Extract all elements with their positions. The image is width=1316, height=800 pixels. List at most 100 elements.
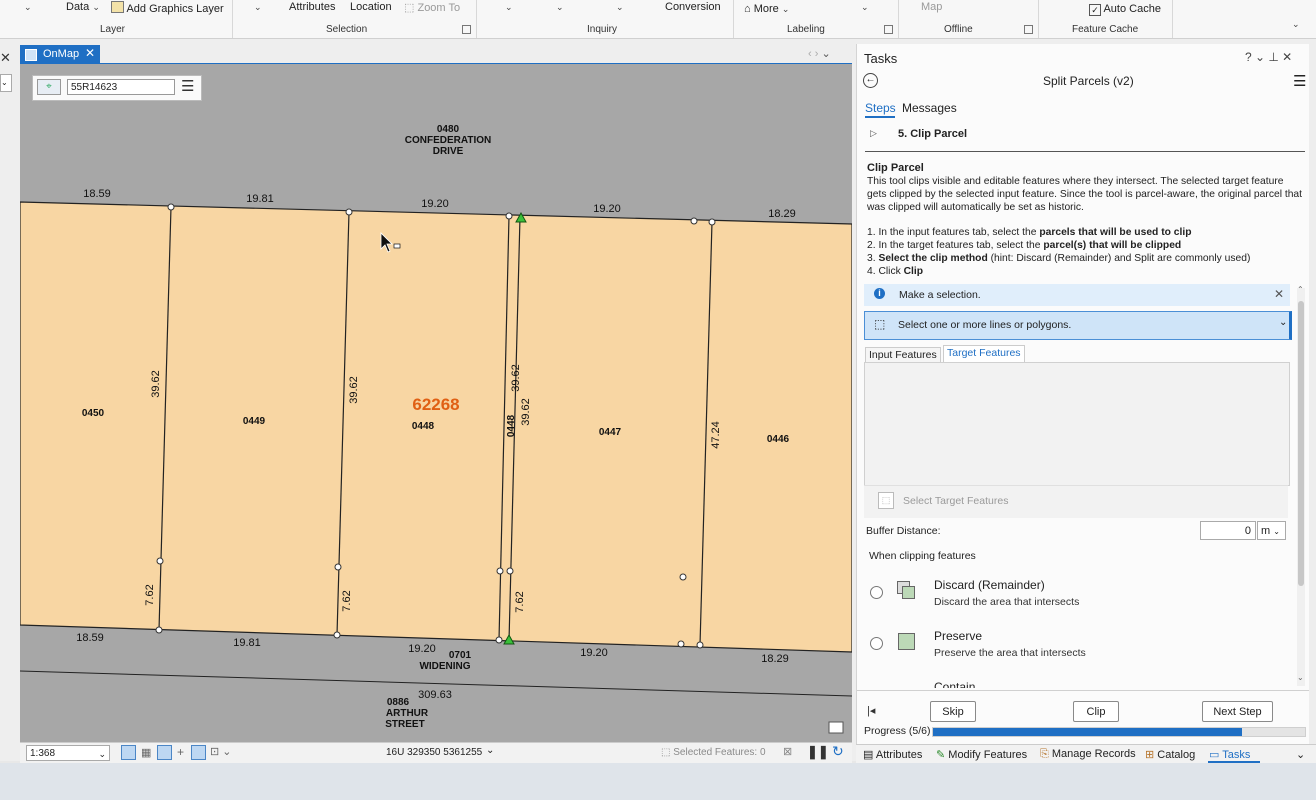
tab-attributes[interactable]: ▤ Attributes xyxy=(863,748,922,761)
hamburger-menu-icon[interactable]: ☰ xyxy=(1293,72,1306,90)
select-target-features-button[interactable]: Select Target Features xyxy=(903,495,1008,507)
option-discard-title[interactable]: Discard (Remainder) xyxy=(934,578,1045,592)
pause-icon[interactable]: ❚❚ xyxy=(807,744,829,760)
close-icon[interactable]: ✕ xyxy=(0,50,11,66)
dimension-label: 39.62 xyxy=(150,370,162,398)
scroll-up-icon[interactable]: ⌃ xyxy=(1297,285,1304,294)
chevron-down-icon[interactable]: ⌄ xyxy=(486,745,494,756)
close-tab-icon[interactable]: ✕ xyxy=(85,46,95,60)
lot-label: 0446 xyxy=(767,434,790,445)
option-preserve-title[interactable]: Preserve xyxy=(934,629,982,643)
road-label: DRIVE xyxy=(433,146,464,157)
info-message: Make a selection. xyxy=(899,289,981,301)
dialog-launcher-icon[interactable] xyxy=(884,25,893,34)
scroll-down-icon[interactable]: ⌄ xyxy=(1297,673,1304,682)
target-features-list[interactable] xyxy=(864,362,1290,486)
map-overview-icon[interactable] xyxy=(828,721,844,734)
dialog-launcher-icon[interactable] xyxy=(1024,25,1033,34)
add-graphics-layer-button[interactable]: Add Graphics Layer xyxy=(111,1,224,15)
locate-box: ⌖ 55R14623 ☰ xyxy=(32,75,202,101)
dock-tabs: ▤ Attributes ✎ Modify Features ⎘ Manage … xyxy=(856,744,1316,764)
lot-label: 0449 xyxy=(243,416,266,427)
attributes-button[interactable]: Attributes xyxy=(289,1,335,13)
parcel-number: 62268 xyxy=(412,395,459,414)
buffer-unit-select[interactable]: m ⌄ xyxy=(1257,521,1286,540)
scrollbar-thumb[interactable] xyxy=(1298,301,1304,586)
radio-preserve[interactable] xyxy=(870,637,883,650)
close-icon[interactable]: ✕ xyxy=(1274,287,1284,301)
constraints-icon[interactable] xyxy=(157,745,172,760)
pencil-icon: ✎ xyxy=(936,749,946,761)
first-step-icon[interactable]: |◂ xyxy=(867,704,875,717)
tab-scroll-arrows[interactable]: ‹ › ⌄ xyxy=(808,47,831,60)
locate-input[interactable]: 55R14623 xyxy=(67,79,175,95)
dialog-launcher-icon[interactable] xyxy=(462,25,471,34)
dimension-label: 18.29 xyxy=(761,653,789,665)
map-button[interactable]: Map xyxy=(921,1,942,13)
data-button[interactable]: Data ⌄ xyxy=(66,1,100,13)
locate-icon[interactable]: ⌖ xyxy=(37,79,61,95)
hamburger-menu-icon[interactable]: ☰ xyxy=(181,77,194,95)
tab-manage-records[interactable]: ⎘ Manage Records xyxy=(1040,748,1136,761)
chevron-down-icon[interactable]: ⌄ xyxy=(254,1,262,13)
tab-tasks[interactable]: ▭ Tasks xyxy=(1209,748,1250,761)
dimension-label: 19.20 xyxy=(408,643,436,655)
chevron-down-icon: ⌄ xyxy=(1273,527,1280,536)
correction-icon[interactable] xyxy=(191,745,206,760)
tab-onmap[interactable]: OnMap ✕ xyxy=(20,45,100,64)
chevron-down-icon[interactable]: ⌄ xyxy=(616,1,624,13)
select-target-icon[interactable]: ⬚ xyxy=(878,492,894,509)
chevron-down-icon[interactable]: ⌄ xyxy=(0,74,12,92)
back-arrow-icon[interactable]: ← xyxy=(863,73,878,88)
progress-bar-fill xyxy=(933,728,1242,736)
group-labeling-label: Labeling xyxy=(787,24,825,35)
tab-target-features[interactable]: Target Features xyxy=(943,345,1025,363)
collapse-ribbon-icon[interactable]: ⌄ xyxy=(1292,18,1300,30)
next-step-button[interactable]: Next Step xyxy=(1202,701,1273,722)
select-tool-dropdown[interactable]: ⬚ Select one or more lines or polygons. … xyxy=(864,311,1292,340)
buffer-label: Buffer Distance: xyxy=(866,525,941,537)
map-drawing[interactable]: 0480 CONFEDERATION DRIVE 0701 WIDENING 0… xyxy=(20,64,852,742)
scale-dropdown[interactable]: 1:368 ⌄ xyxy=(26,745,110,761)
option-contain-title[interactable]: Contain xyxy=(934,680,975,688)
chevron-down-icon[interactable]: ⌄ xyxy=(505,1,513,13)
grid-icon[interactable]: ▦ xyxy=(141,746,151,759)
scrollbar[interactable]: ⌃ ⌄ xyxy=(1297,285,1305,686)
pane-title: Tasks xyxy=(864,51,898,66)
ribbon-divider xyxy=(1172,0,1173,38)
road-label: ARTHUR xyxy=(386,708,429,719)
tab-attributes-label: Attributes xyxy=(875,749,923,761)
chevron-down-icon[interactable]: ⌄ xyxy=(24,1,32,13)
zoom-to-button[interactable]: ⬚ Zoom To xyxy=(404,1,460,14)
more-button[interactable]: ⌂ More ⌄ xyxy=(744,3,789,15)
crosshair-icon[interactable]: + xyxy=(177,745,184,759)
clear-selection-icon[interactable]: ⊠ xyxy=(783,745,792,758)
chevron-down-icon[interactable]: ⌄ xyxy=(556,1,564,13)
radio-discard[interactable] xyxy=(870,586,883,599)
lot-label: 0448 xyxy=(506,414,517,437)
trace-icon[interactable]: ⊡ ⌄ xyxy=(210,745,232,758)
tab-steps[interactable]: Steps xyxy=(865,101,896,115)
refresh-icon[interactable]: ↻ xyxy=(832,743,844,760)
chevron-down-icon[interactable]: ⌄ xyxy=(1296,748,1305,761)
clip-button[interactable]: Clip xyxy=(1073,701,1119,722)
conversion-button[interactable]: Conversion xyxy=(665,1,721,13)
snapping-icon[interactable] xyxy=(121,745,136,760)
tab-messages[interactable]: Messages xyxy=(902,101,957,115)
select-target-bar: ⬚ Select Target Features xyxy=(864,485,1288,518)
tab-tasks-label: Tasks xyxy=(1222,749,1251,761)
location-button[interactable]: Location xyxy=(350,1,392,13)
selected-features-label: Selected Features: 0 xyxy=(673,747,766,758)
tab-modify-features[interactable]: ✎ Modify Features xyxy=(936,748,1027,761)
auto-cache-checkbox[interactable]: ✓ Auto Cache xyxy=(1089,3,1161,16)
pane-options-icons[interactable]: ? ⌄ ⊥ ✕ xyxy=(1245,50,1292,64)
buffer-distance-input[interactable]: 0 xyxy=(1200,521,1256,540)
map-canvas[interactable]: 0480 CONFEDERATION DRIVE 0701 WIDENING 0… xyxy=(20,64,852,742)
road-label: 0480 xyxy=(437,124,460,135)
chevron-down-icon[interactable]: ⌄ xyxy=(861,1,869,13)
tab-catalog[interactable]: ⊞ Catalog xyxy=(1145,748,1195,761)
expand-step-icon[interactable]: ▷ xyxy=(870,128,877,139)
skip-button[interactable]: Skip xyxy=(930,701,976,722)
tab-modify-features-label: Modify Features xyxy=(948,749,1028,761)
selected-features-status[interactable]: ⬚ Selected Features: 0 xyxy=(661,747,766,758)
